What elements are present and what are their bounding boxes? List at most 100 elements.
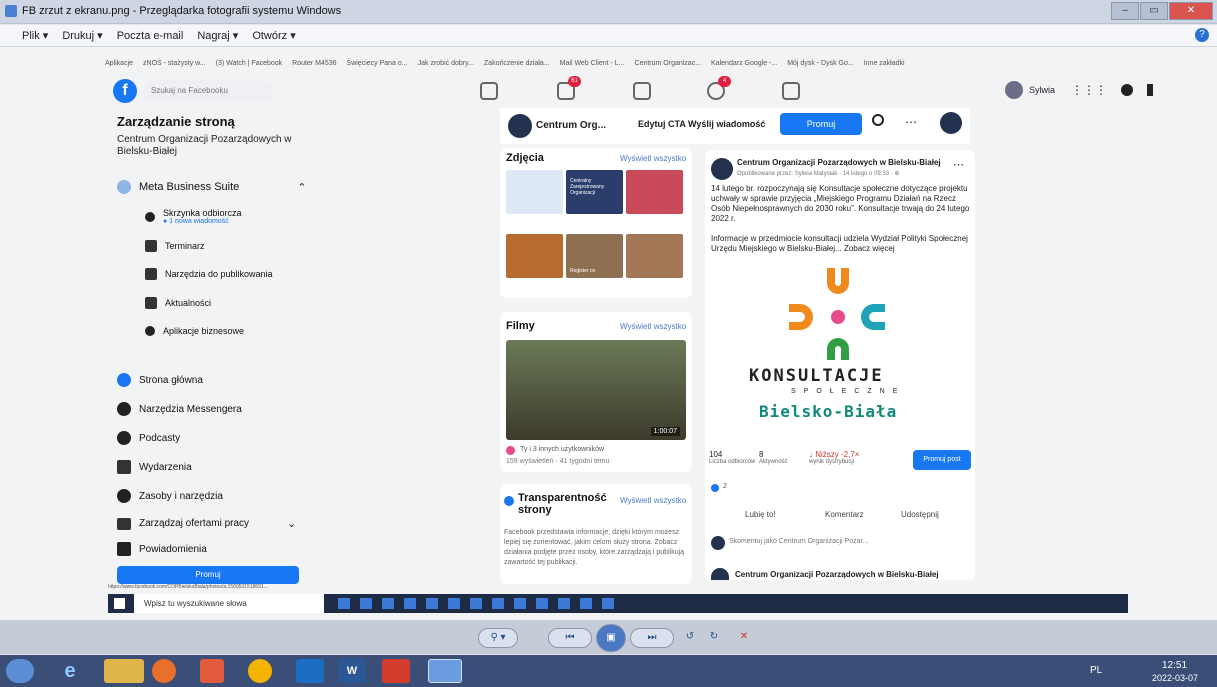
notifications-label: Powiadomienia <box>139 543 207 555</box>
video-thumb[interactable]: 1:00:07 <box>506 340 686 440</box>
bookmark[interactable]: Mój dysk - Dysk Go... <box>787 60 854 67</box>
page-switch-avatar[interactable] <box>940 112 962 134</box>
sidebar-item-events[interactable]: Wydarzenia <box>117 460 192 474</box>
ie-icon[interactable]: e <box>50 659 90 683</box>
user-menu[interactable]: Sylwia ⋮⋮⋮ <box>1005 81 1154 99</box>
menu-plik[interactable]: Plik ▾ <box>22 29 48 42</box>
photo-thumb[interactable]: Centralny Zarejestrowany Organizacji <box>566 170 623 214</box>
menu-grid-icon[interactable]: ⋮⋮⋮ <box>1071 83 1107 97</box>
menu-nagraj[interactable]: Nagraj ▾ <box>197 29 238 42</box>
explorer-icon[interactable] <box>104 659 144 683</box>
sidebar-item-messenger[interactable]: Narzędzia Messengera <box>117 402 242 416</box>
clock-date[interactable]: 2022-03-07 <box>1152 673 1198 683</box>
comment-input[interactable]: Skomentuj jako Centrum Organizacji Pozar… <box>729 538 868 545</box>
post-author[interactable]: Centrum Organizacji Pozarządowych w Biel… <box>737 158 941 167</box>
gaming-icon[interactable] <box>782 82 800 100</box>
photos-see-all[interactable]: Wyświetl wszystko <box>620 154 686 163</box>
publishing-label: Narzędzia do publikowania <box>165 269 273 279</box>
comment-button[interactable]: Komentarz <box>825 510 864 519</box>
commenter-avatar <box>711 536 725 550</box>
sidebar-item-news[interactable]: Aktualności <box>145 297 211 309</box>
photo-thumb[interactable] <box>626 170 683 214</box>
post-more-icon[interactable]: ⋯ <box>953 158 964 171</box>
notification-icon[interactable] <box>1147 84 1154 96</box>
start-icon[interactable] <box>114 598 125 609</box>
zoom-button[interactable]: ⚲ ▾ <box>478 628 518 648</box>
next-button[interactable]: ⏭ <box>630 628 674 648</box>
logo-line-1: KONSULTACJE <box>749 366 884 386</box>
bookmark[interactable]: Kalendarz Google -... <box>711 60 777 67</box>
bookmark[interactable]: (3) Watch | Facebook <box>216 60 283 67</box>
rotate-left-button[interactable]: ↺ <box>680 628 700 648</box>
like-button[interactable]: Lubię to! <box>745 510 776 519</box>
sidebar-item-notifications[interactable]: Powiadomienia <box>117 542 207 556</box>
stat-reach: 104 Liczba odbiorców <box>709 450 755 465</box>
marketplace-icon[interactable] <box>633 82 651 100</box>
help-icon[interactable]: ? <box>1195 28 1209 42</box>
sidebar-item-podcasts[interactable]: Podcasty <box>117 431 180 445</box>
slideshow-button[interactable]: ▣ <box>596 624 626 652</box>
sidebar-item-jobs[interactable]: Zarządzaj ofertami pracy ⌄ <box>117 517 296 530</box>
menu-poczta[interactable]: Poczta e-mail <box>117 30 184 42</box>
acrobat-icon[interactable] <box>382 659 410 683</box>
fb-search-input[interactable]: Szukaj na Facebooku <box>143 80 273 102</box>
bookmark[interactable]: zNOŚ - stażysty w... <box>143 60 206 67</box>
taskbar-search[interactable]: Wpisz tu wyszukiwane słowa <box>134 594 324 613</box>
next-post-author[interactable]: Centrum Organizacji Pozarządowych w Biel… <box>735 570 939 579</box>
podcasts-label: Podcasty <box>139 432 181 444</box>
prev-button[interactable]: ⏮ <box>548 628 592 648</box>
chevron-up-icon[interactable]: ⌃ <box>297 181 306 194</box>
sidebar-item-inbox[interactable]: Skrzynka odbiorcza ● 1 nowa wiadomość <box>145 208 242 225</box>
bookmark[interactable]: Święciecy Pana o... <box>347 60 408 67</box>
sidebar-item-home[interactable]: Strona główna <box>117 373 203 387</box>
clock-time[interactable]: 12:51 <box>1162 660 1187 671</box>
videos-title: Filmy <box>506 320 535 332</box>
start-orb-icon[interactable] <box>6 659 34 683</box>
photo-thumb[interactable] <box>506 234 563 278</box>
photo-thumb[interactable]: Register on <box>566 234 623 278</box>
messenger-icon[interactable] <box>1121 84 1134 96</box>
videos-see-all[interactable]: Wyświetl wszystko <box>620 322 686 331</box>
sidebar-item-apps[interactable]: Aplikacje biznesowe <box>145 326 244 336</box>
bookmark[interactable]: Jak zrobić dobry... <box>418 60 474 67</box>
photo-thumb[interactable] <box>626 234 683 278</box>
word-icon[interactable]: W <box>338 659 366 683</box>
search-icon[interactable] <box>872 114 884 126</box>
chrome-icon[interactable] <box>248 659 272 683</box>
share-button[interactable]: Udostępnij <box>901 510 939 519</box>
promote-post-button[interactable]: Promuj post <box>913 450 971 470</box>
more-icon[interactable]: ⋯ <box>905 115 917 129</box>
bookmark[interactable]: Zakończenie działa... <box>484 60 550 67</box>
transparency-see-all[interactable]: Wyświetl wszystko <box>620 496 686 505</box>
page-short-name[interactable]: Centrum Org... <box>536 120 606 131</box>
bookmark[interactable]: Centrum Organizac... <box>635 60 702 67</box>
like-reaction-icon <box>711 484 719 492</box>
media-icon[interactable] <box>200 659 224 683</box>
photo-viewer-icon[interactable] <box>428 659 462 683</box>
rotate-right-button[interactable]: ↻ <box>704 628 724 648</box>
meta-business-suite[interactable]: Meta Business Suite ⌃ <box>117 180 307 194</box>
photo-thumb[interactable] <box>506 170 563 214</box>
delete-button[interactable]: ✕ <box>734 628 754 648</box>
home-icon[interactable] <box>480 82 498 100</box>
header-promote-button[interactable]: Promuj <box>780 113 862 135</box>
maximize-button[interactable]: ▭ <box>1140 2 1168 20</box>
bookmark[interactable]: Inne zakładki <box>864 60 905 67</box>
close-button[interactable]: ✕ <box>1169 2 1213 20</box>
menu-otworz[interactable]: Otwórz ▾ <box>252 29 295 42</box>
menu-drukuj[interactable]: Drukuj ▾ <box>62 29 102 42</box>
sidebar-item-publishing[interactable]: Narzędzia do publikowania <box>145 268 273 280</box>
bookmark[interactable]: Mail Web Client - L... <box>560 60 625 67</box>
promote-button[interactable]: Promuj <box>117 566 299 584</box>
sidebar-item-resources[interactable]: Zasoby i narzędzia <box>117 489 223 503</box>
bookmark[interactable]: Aplikacje <box>105 60 133 67</box>
minimize-button[interactable]: – <box>1111 2 1139 20</box>
firefox-icon[interactable] <box>152 659 176 683</box>
sidebar-item-calendar[interactable]: Terminarz <box>145 240 205 252</box>
edit-cta-button[interactable]: Edytuj CTA Wyślij wiadomość <box>638 119 765 129</box>
language-indicator[interactable]: PL <box>1090 665 1102 676</box>
facebook-logo-icon[interactable]: f <box>113 79 137 103</box>
outlook-icon[interactable] <box>296 659 324 683</box>
chevron-down-icon[interactable]: ⌄ <box>287 517 296 530</box>
bookmark[interactable]: Router M4536 <box>292 60 336 67</box>
